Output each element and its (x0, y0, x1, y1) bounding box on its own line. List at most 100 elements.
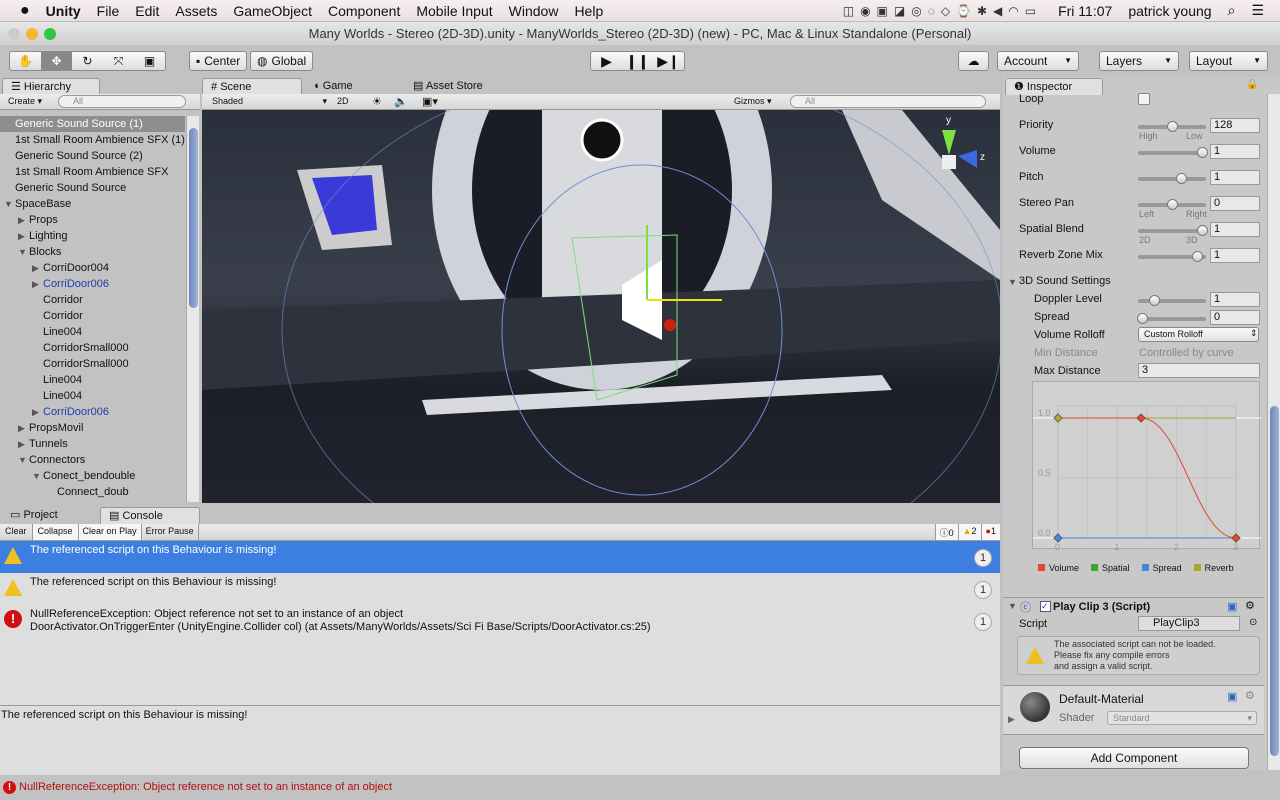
hierarchy-item[interactable]: Line004 (0, 388, 185, 404)
3d-sound-settings-foldout[interactable]: 3D Sound Settings (1019, 275, 1111, 287)
pivot-center-button[interactable]: ▪ Center (189, 51, 248, 71)
spatial-blend-slider[interactable] (1138, 225, 1208, 236)
volume-rolloff-dropdown[interactable]: Custom Rolloff (1138, 327, 1259, 342)
hierarchy-item[interactable]: ▶ CorriDoor004 (0, 260, 185, 276)
add-component-button[interactable]: Add Component (1019, 747, 1249, 769)
volume-slider[interactable] (1138, 147, 1208, 158)
slider-knob[interactable] (1167, 199, 1178, 210)
reverb-slider[interactable] (1138, 251, 1206, 262)
rect-tool-icon[interactable]: ▣ (134, 52, 165, 70)
hierarchy-item[interactable]: ▼ Connectors (0, 452, 185, 468)
zoom-window-button[interactable] (44, 28, 56, 40)
menu-help[interactable]: Help (574, 3, 603, 19)
slider-knob[interactable] (1197, 147, 1208, 158)
tab-scene[interactable]: # Scene (202, 78, 302, 95)
pivot-global-button[interactable]: ◍ Global (250, 51, 314, 71)
hierarchy-item[interactable]: CorridorSmall000 (0, 340, 185, 356)
hierarchy-item[interactable]: Connect_doub (0, 484, 185, 500)
pitch-slider[interactable] (1138, 173, 1206, 184)
console-entry[interactable]: The referenced script on this Behaviour … (0, 541, 1000, 573)
slider-knob[interactable] (1149, 295, 1160, 306)
gizmo-z-axis[interactable] (958, 150, 977, 168)
layout-dropdown[interactable]: Layout ▼ (1189, 51, 1268, 71)
expanded-arrow-icon[interactable]: ▼ (32, 468, 41, 484)
scrollbar-thumb[interactable] (189, 128, 198, 308)
tab-console[interactable]: ▤ Console (100, 507, 200, 524)
legend-item[interactable]: Volume (1038, 563, 1079, 573)
collapsed-arrow-icon[interactable]: ▶ (32, 276, 39, 292)
info-filter-toggle[interactable]: ⓘ0 (934, 524, 958, 540)
hierarchy-item[interactable]: ▶ PropsMovil (0, 420, 185, 436)
warning-filter-toggle[interactable]: ▲2 (957, 524, 981, 540)
cloud-button[interactable]: ☁ (958, 51, 989, 71)
hierarchy-search-input[interactable]: All (58, 95, 186, 108)
user-name[interactable]: patrick young (1128, 3, 1211, 19)
slider-knob[interactable] (1137, 313, 1148, 324)
slider-knob[interactable] (1197, 225, 1208, 236)
play-icon[interactable]: ▶ (591, 52, 622, 70)
hierarchy-item[interactable]: ▶ Tunnels (0, 436, 185, 452)
hierarchy-item[interactable]: Generic Sound Source (2) (0, 148, 185, 164)
gizmos-dropdown[interactable]: Gizmos ▾ (734, 96, 772, 107)
loop-checkbox[interactable] (1138, 93, 1150, 105)
hierarchy-item[interactable]: Generic Sound Source (1) (0, 116, 185, 132)
move-handle-z[interactable] (664, 319, 676, 331)
menu-unity[interactable]: Unity (46, 3, 81, 19)
legend-item[interactable]: Spread (1141, 563, 1182, 573)
expand-arrow-icon[interactable]: ▼ (1008, 601, 1017, 611)
error-filter-toggle[interactable]: ●1 (980, 524, 1000, 540)
effects-toggle-icon[interactable]: ▣▾ (422, 95, 438, 108)
lock-icon[interactable]: 🔒 (1246, 79, 1258, 90)
help-icon[interactable]: ▣ (1227, 690, 1237, 703)
expand-arrow-icon[interactable]: ▶ (1008, 714, 1015, 725)
script-object-field[interactable]: PlayClip3 (1138, 616, 1240, 631)
scrollbar-thumb[interactable] (1270, 406, 1279, 756)
component-enabled-checkbox[interactable]: ✓ (1040, 601, 1051, 612)
error-pause-toggle[interactable]: Error Pause (142, 524, 199, 540)
lighting-toggle-icon[interactable]: ☀ (372, 95, 382, 108)
collapsed-arrow-icon[interactable]: ▶ (18, 436, 25, 452)
max-distance-field[interactable]: 3 (1138, 363, 1260, 378)
hierarchy-item[interactable]: Line004 (0, 324, 185, 340)
account-dropdown[interactable]: Account ▼ (997, 51, 1079, 71)
scale-tool-icon[interactable]: ⤧ (103, 52, 134, 70)
spread-slider[interactable] (1137, 313, 1206, 324)
menu-gameobject[interactable]: GameObject (233, 3, 312, 19)
priority-slider[interactable] (1138, 121, 1206, 132)
pause-icon[interactable]: ❙❙ (622, 52, 653, 70)
stereo-pan-field[interactable]: 0 (1210, 196, 1260, 211)
hierarchy-item[interactable]: ▼ Blocks (0, 244, 185, 260)
console-entry[interactable]: ! NullReferenceException: Object referenc… (0, 605, 1000, 640)
tab-project[interactable]: ▭ Project (2, 507, 97, 524)
rolloff-curve-editor[interactable]: 1.0 0.5 0.0 0 1 2 3 (1032, 381, 1261, 552)
collapse-toggle[interactable]: Collapse (32, 524, 79, 540)
hierarchy-item[interactable]: 1st Small Room Ambience SFX (1) (0, 132, 185, 148)
hierarchy-scrollbar[interactable] (186, 116, 199, 502)
expanded-arrow-icon[interactable]: ▼ (18, 244, 27, 260)
hierarchy-item[interactable]: CorridorSmall000 (0, 356, 185, 372)
menu-component[interactable]: Component (328, 3, 400, 19)
legend-item[interactable]: Reverb (1193, 563, 1234, 573)
tab-asset-store[interactable]: ▤ Asset Store (405, 78, 505, 95)
hierarchy-item[interactable]: ▼ SpaceBase (0, 196, 185, 212)
clear-on-play-toggle[interactable]: Clear on Play (78, 524, 142, 540)
collapsed-arrow-icon[interactable]: ▶ (32, 260, 39, 276)
spread-field[interactable]: 0 (1210, 310, 1260, 325)
hierarchy-item[interactable]: ▼ Conect_bendouble (0, 468, 185, 484)
step-icon[interactable]: ▶❙ (653, 52, 684, 70)
scene-viewport[interactable]: y z ◂Persp (202, 110, 1000, 503)
2d-toggle[interactable]: 2D (337, 96, 349, 106)
expanded-arrow-icon[interactable]: ▼ (1008, 277, 1017, 287)
doppler-slider[interactable] (1138, 295, 1206, 306)
hierarchy-item[interactable]: Corridor (0, 292, 185, 308)
menu-mobile-input[interactable]: Mobile Input (416, 3, 492, 19)
gizmo-y-axis[interactable] (942, 130, 956, 155)
close-window-button[interactable] (8, 28, 20, 40)
minimize-window-button[interactable] (26, 28, 38, 40)
spotlight-icon[interactable]: ⌕ (1228, 2, 1236, 19)
hierarchy-item[interactable]: ▶ Props (0, 212, 185, 228)
expanded-arrow-icon[interactable]: ▼ (4, 196, 13, 212)
legend-item[interactable]: Spatial (1091, 563, 1130, 573)
scene-search-input[interactable]: All (790, 95, 986, 108)
collapsed-arrow-icon[interactable]: ▶ (18, 228, 25, 244)
